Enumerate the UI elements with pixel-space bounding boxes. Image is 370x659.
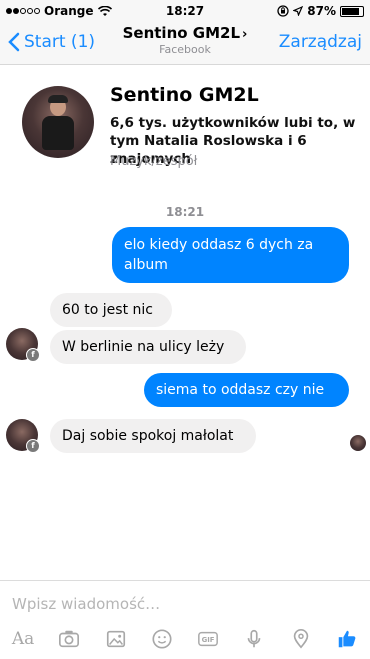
profile-name: Sentino GM2L <box>110 84 259 106</box>
seen-receipt-avatar <box>350 435 366 451</box>
profile-header: Sentino GM2L 6,6 tys. użytkowników lubi … <box>0 76 370 196</box>
message-bubble-outgoing[interactable]: siema to oddasz czy nie <box>144 373 349 407</box>
title-text: Sentino GM2L <box>122 24 241 42</box>
gif-label: GIF <box>202 636 215 644</box>
sender-avatar[interactable]: f <box>6 328 40 362</box>
battery-level <box>342 7 359 15</box>
orientation-lock-icon <box>277 5 289 17</box>
emoji-icon[interactable] <box>149 626 175 652</box>
chevron-right-icon: › <box>242 27 248 42</box>
thumbs-up-icon[interactable] <box>334 626 360 652</box>
facebook-icon: f <box>26 439 40 453</box>
location-pin-icon[interactable] <box>288 626 314 652</box>
camera-icon[interactable] <box>56 626 82 652</box>
microphone-icon[interactable] <box>241 626 267 652</box>
status-bar: Orange 18:27 87% <box>0 0 370 22</box>
status-right: 87% <box>277 4 364 18</box>
message-bubble-incoming[interactable]: Daj sobie spokoj małolat <box>50 419 256 453</box>
location-arrow-icon <box>293 6 304 16</box>
profile-avatar[interactable] <box>22 86 94 158</box>
navigation-bar: Start (1) Sentino GM2L › Facebook Zarządz… <box>0 22 370 65</box>
message-timestamp: 18:21 <box>165 205 205 219</box>
profile-category: Muzyk/zespół <box>110 154 198 169</box>
text-format-icon[interactable]: Aa <box>10 626 36 652</box>
manage-button[interactable]: Zarządzaj <box>279 32 362 52</box>
message-input[interactable]: Wpisz wiadomość… <box>12 595 352 613</box>
gif-icon[interactable]: GIF <box>195 626 221 652</box>
message-bubble-incoming[interactable]: 60 to jest nic <box>50 293 172 327</box>
composer-toolbar: Aa GIF <box>0 625 370 653</box>
message-bubble-outgoing[interactable]: elo kiedy oddasz 6 dych za album <box>112 227 349 283</box>
battery-percent: 87% <box>307 4 336 18</box>
sender-avatar[interactable]: f <box>6 419 40 453</box>
battery-icon <box>340 5 364 17</box>
message-composer: Wpisz wiadomość… Aa GIF <box>0 580 370 659</box>
facebook-icon: f <box>26 348 40 362</box>
text-format-label: Aa <box>11 629 35 649</box>
message-bubble-incoming[interactable]: W berlinie na ulicy leży <box>50 330 246 364</box>
gallery-icon[interactable] <box>103 626 129 652</box>
